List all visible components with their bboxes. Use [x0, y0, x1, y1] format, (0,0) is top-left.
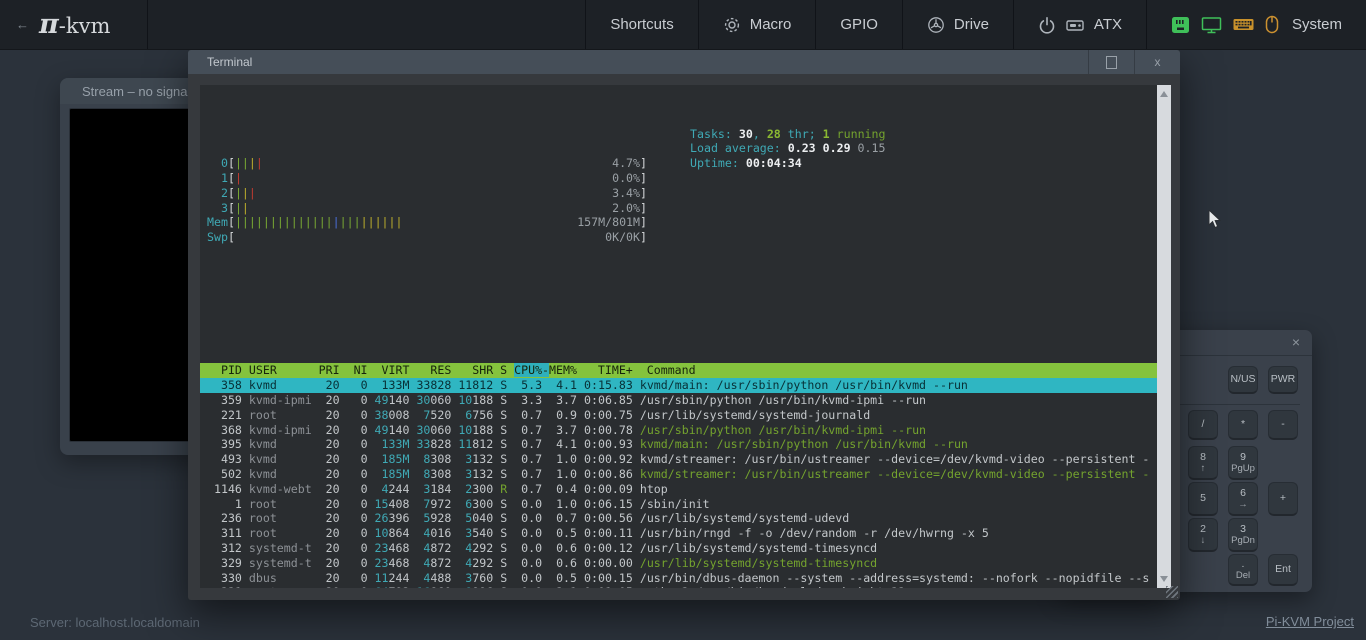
process-row[interactable]: 329 systemd-t 20 0 23468 4872 4292 S 0.0… [200, 556, 1157, 571]
status-icons [1171, 15, 1279, 34]
scroll-down-icon[interactable] [1160, 576, 1168, 582]
nav-spacer [148, 0, 585, 49]
process-row[interactable]: 221 root 20 0 38008 7520 6756 S 0.7 0.9 … [200, 408, 1157, 423]
meter-line: 2[|||3.4%] [200, 186, 647, 201]
menu-shortcuts[interactable]: Shortcuts [585, 0, 697, 49]
mouse-icon [1265, 15, 1279, 34]
keypad-key-[interactable]: - [1268, 410, 1298, 440]
menu-macro[interactable]: Macro [698, 0, 816, 49]
menu-macro-label: Macro [750, 16, 792, 33]
keypad-key-8[interactable]: 8↑ [1188, 446, 1218, 480]
keyboard-icon [1233, 17, 1254, 32]
menu-system[interactable]: System [1146, 0, 1366, 49]
menu-atx-label: ATX [1094, 16, 1122, 33]
blank-line [200, 319, 1157, 334]
display-icon [1201, 16, 1222, 34]
menu-system-label: System [1292, 16, 1342, 33]
process-row[interactable]: 493 kvmd 20 0 185M 8308 3132 S 0.7 1.0 0… [200, 452, 1157, 467]
meter-line: 1[|0.0%] [200, 171, 647, 186]
htop-terminal-content[interactable]: 0[||||4.7%] 1[|0.0%] 2[|||3.4%] 3[||2.0%… [200, 85, 1157, 588]
keypad-key-[interactable]: / [1188, 410, 1218, 440]
htop-summary: Tasks: 30, 28 thr; 1 runningLoad average… [690, 127, 886, 171]
meter-line: Mem[||||||||||||||||||||||||157M/801M] [200, 215, 647, 230]
menu-drive[interactable]: Drive [902, 0, 1013, 49]
mouse-cursor [1208, 210, 1224, 235]
ethernet-icon [1171, 16, 1190, 34]
process-row[interactable]: 236 root 20 0 26396 5928 5040 S 0.0 0.7 … [200, 511, 1157, 526]
process-row[interactable]: 502 kvmd 20 0 185M 8308 3132 S 0.7 1.0 0… [200, 467, 1157, 482]
keypad-key-[interactable]: * [1228, 410, 1258, 440]
server-hostname: Server: localhost.localdomain [30, 615, 200, 630]
top-navbar: ← π-kvm Shortcuts Macro GPIO Drive [0, 0, 1366, 50]
summary-line: Tasks: 30, 28 thr; 1 running [690, 127, 886, 142]
process-row[interactable]: 312 systemd-t 20 0 23468 4872 4292 S 0.0… [200, 541, 1157, 556]
keypad-key-nus[interactable]: N/US [1228, 366, 1258, 394]
process-row[interactable]: 395 kvmd 20 0 133M 33828 11812 S 0.7 4.1… [200, 437, 1157, 452]
process-row[interactable]: 1146 kvmd-webt 20 0 4244 3184 2300 R 0.7… [200, 482, 1157, 497]
terminal-window-header[interactable]: Terminal x [188, 50, 1180, 74]
keypad-key-2[interactable]: 2↓ [1188, 518, 1218, 552]
close-icon[interactable]: × [1292, 334, 1300, 350]
menu-atx[interactable]: ATX [1013, 0, 1146, 49]
process-row[interactable]: 358 kvmd 20 0 133M 33828 11812 S 5.3 4.1… [200, 378, 1157, 393]
meter-line: 3[||2.0%] [200, 201, 647, 216]
keypad-key-3[interactable]: 3PgDn [1228, 518, 1258, 552]
menu-shortcuts-label: Shortcuts [610, 16, 673, 33]
keypad-key-6[interactable]: 6→ [1228, 482, 1258, 516]
keypad-key-5[interactable]: 5 [1188, 482, 1218, 516]
menu-gpio-label: GPIO [840, 16, 878, 33]
power-icon [1038, 16, 1056, 34]
terminal-window-title: Terminal [188, 55, 252, 69]
cpu-memory-meters: 0[||||4.7%] 1[|0.0%] 2[|||3.4%] 3[||2.0%… [200, 156, 1157, 245]
menu-drive-label: Drive [954, 16, 989, 33]
menu-gpio[interactable]: GPIO [815, 0, 902, 49]
logo-block[interactable]: ← π-kvm [0, 0, 148, 49]
meter-line: Swp[0K/0K] [200, 230, 647, 245]
terminal-window: Terminal x 0[||||4.7%] 1[|0.0%] 2[|||3.4… [188, 50, 1180, 600]
process-row[interactable]: 311 root 20 0 10864 4016 3540 S 0.0 0.5 … [200, 526, 1157, 541]
resize-grip[interactable] [1166, 586, 1178, 598]
terminal-scrollbar[interactable] [1157, 85, 1171, 588]
htop-meters-section: 0[||||4.7%] 1[|0.0%] 2[|||3.4%] 3[||2.0%… [200, 127, 1157, 290]
meter-line: 0[||||4.7%] [200, 156, 647, 171]
maximize-icon [1106, 56, 1117, 69]
process-table: PID USER PRI NI VIRT RES SHR S CPU%-MEM%… [200, 363, 1157, 588]
keypad-key-[interactable]: + [1268, 482, 1298, 516]
summary-line: Uptime: 00:04:34 [690, 156, 886, 171]
process-row[interactable]: 359 kvmd-ipmi 20 0 49140 30060 10188 S 3… [200, 393, 1157, 408]
keypad-key-9[interactable]: 9PgUp [1228, 446, 1258, 480]
process-row[interactable]: 331 root 20 0 64792 16860 8996 S 0.0 2.1… [200, 585, 1157, 588]
drive-disc-icon [927, 16, 945, 34]
scroll-up-icon[interactable] [1160, 91, 1168, 97]
table-header-row[interactable]: PID USER PRI NI VIRT RES SHR S CPU%-MEM%… [200, 363, 1157, 378]
pikvm-project-link[interactable]: Pi-KVM Project [1266, 614, 1354, 629]
collapse-arrow-icon[interactable]: ← [16, 17, 29, 32]
keypad-key-ent[interactable]: Ent [1268, 554, 1298, 586]
process-row[interactable]: 330 dbus 20 0 11244 4488 3760 S 0.0 0.5 … [200, 571, 1157, 586]
close-button[interactable]: x [1134, 50, 1180, 74]
stream-window-title: Stream – no signal [82, 84, 190, 99]
maximize-button[interactable] [1088, 50, 1134, 74]
process-row[interactable]: 368 kvmd-ipmi 20 0 49140 30060 10188 S 0… [200, 423, 1157, 438]
psu-icon [1065, 17, 1085, 33]
keypad-key-[interactable]: .Del [1228, 554, 1258, 586]
gear-icon [723, 16, 741, 34]
keypad-key-pwr[interactable]: PWR [1268, 366, 1298, 394]
pikvm-logo: π-kvm [39, 9, 110, 40]
summary-line: Load average: 0.23 0.29 0.15 [690, 141, 886, 156]
process-row[interactable]: 1 root 20 0 15408 7972 6300 S 0.0 1.0 0:… [200, 497, 1157, 512]
